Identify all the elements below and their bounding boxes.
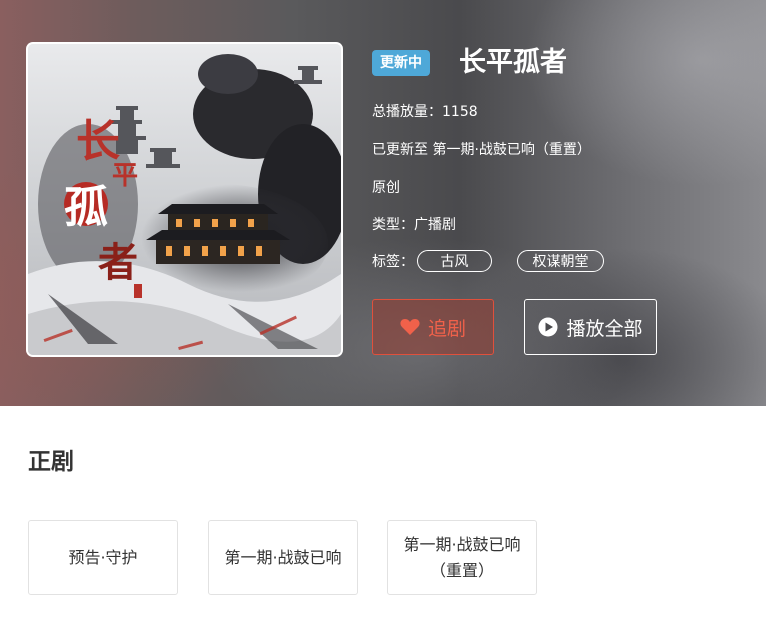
cover-image[interactable]: 长 平 孤 者 — [28, 44, 341, 355]
play-count: 总播放量：1158 — [372, 104, 478, 120]
status-badge: 更新中 — [372, 50, 430, 76]
drama-title: 长平孤者 — [459, 47, 567, 78]
original-label: 原创 — [372, 180, 400, 196]
cover-char-2: 平 — [112, 161, 138, 191]
latest-episode[interactable]: 已更新至 第一期·战鼓已响（重置） — [372, 140, 591, 160]
tag-gufeng[interactable]: 古风 — [417, 250, 492, 272]
tags-label: 标签： — [372, 254, 414, 270]
play-circle-icon — [538, 317, 558, 337]
episode-label: 第一期·战鼓已响 — [224, 547, 342, 567]
follow-label: 追剧 — [427, 317, 466, 340]
episode-label: 第一期·战鼓已响（重置） — [403, 534, 521, 580]
cover-artwork: 长 平 孤 者 — [28, 44, 341, 355]
cover-char-3: 孤 — [64, 182, 108, 233]
category-label: 类型：广播剧 — [372, 217, 456, 233]
episode-item[interactable]: 第一期·战鼓已响（重置） — [387, 520, 537, 595]
cover-char-4: 者 — [98, 239, 138, 286]
episodes-section-title: 正剧 — [28, 449, 74, 475]
episode-label: 预告·守护 — [68, 547, 138, 567]
play-all-button[interactable]: 播放全部 — [524, 299, 657, 355]
heart-icon — [400, 318, 420, 336]
follow-button[interactable]: 追剧 — [372, 299, 494, 355]
latest-episode-text: 已更新至 第一期·战鼓已响（重置） — [372, 142, 591, 158]
play-all-label: 播放全部 — [566, 317, 643, 340]
cover-seal-stamp — [134, 284, 142, 298]
cover-char-1: 长 — [76, 116, 120, 167]
episode-item[interactable]: 预告·守护 — [28, 520, 178, 595]
episode-item[interactable]: 第一期·战鼓已响 — [208, 520, 358, 595]
tag-quanmou[interactable]: 权谋朝堂 — [517, 250, 604, 272]
